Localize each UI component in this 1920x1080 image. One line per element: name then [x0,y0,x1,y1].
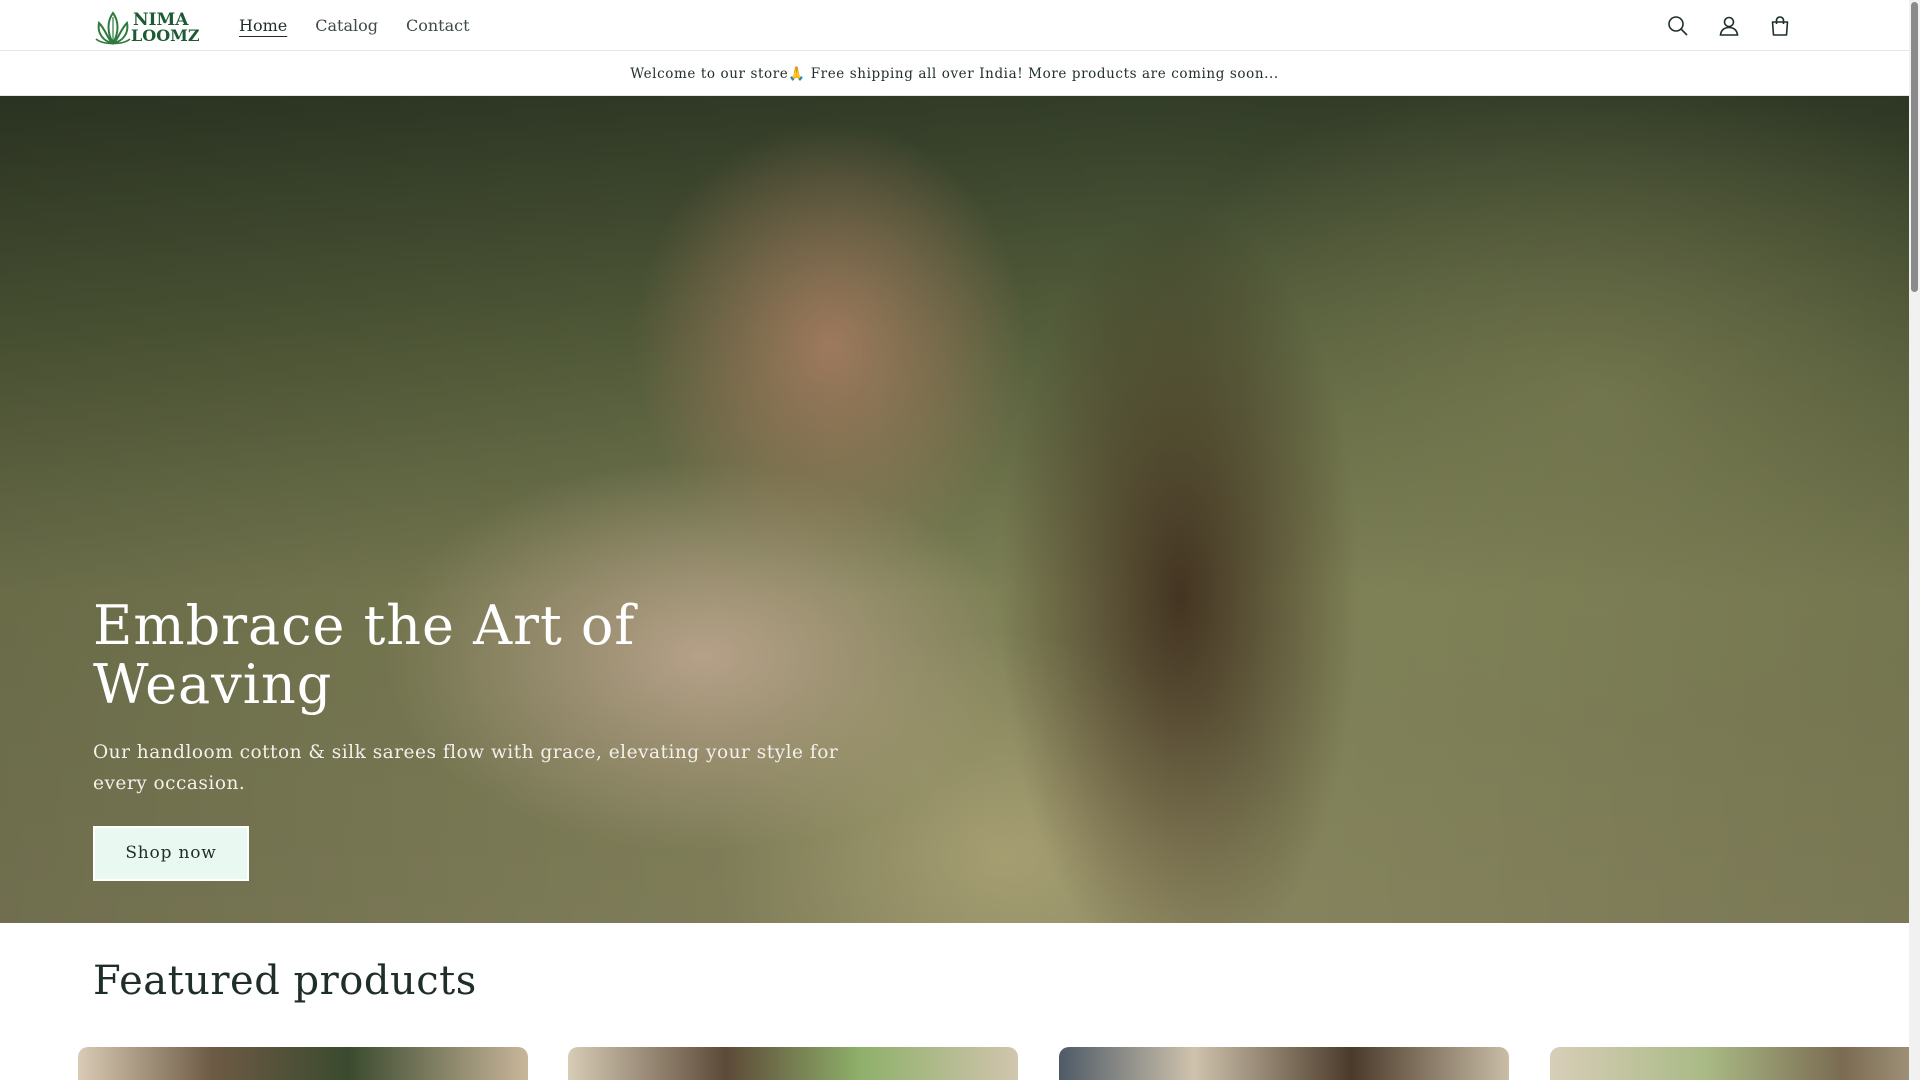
scrollbar-thumb[interactable] [1911,2,1918,292]
announcement-text: Welcome to our store🙏 Free shipping all … [630,65,1279,82]
product-image [1059,1047,1509,1080]
product-card[interactable] [78,1047,528,1080]
product-card[interactable] [1059,1047,1509,1080]
hero-title: Embrace the Art of Weaving [93,594,636,717]
cart-button[interactable] [1754,0,1805,51]
hero-content: Embrace the Art of Weaving Our handloom … [93,596,873,881]
lotus-leaf-logo-icon [95,11,131,45]
product-grid [78,1047,1909,1080]
shop-now-button[interactable]: Shop now [93,825,249,881]
site-header: NIMA LOOMZ Home Catalog Contact [0,0,1909,51]
product-card[interactable] [568,1047,1018,1080]
product-image [568,1047,1018,1080]
account-button[interactable] [1703,0,1754,51]
hero-banner: Embrace the Art of Weaving Our handloom … [0,96,1909,923]
store-logo[interactable]: NIMA LOOMZ [93,9,200,49]
nav-home-link[interactable]: Home [225,0,301,51]
product-image [78,1047,528,1080]
nav-catalog-link[interactable]: Catalog [301,0,392,51]
main-nav: Home Catalog Contact [225,0,484,51]
logo-text-line2: LOOMZ [131,26,200,45]
account-icon [1719,16,1738,36]
featured-products-title: Featured products [93,958,477,1004]
product-image [1550,1047,1909,1080]
header-actions [1652,0,1805,51]
announcement-bar: Welcome to our store🙏 Free shipping all … [0,52,1909,96]
page-scrollbar[interactable] [1909,0,1920,1080]
search-icon [1667,15,1688,36]
search-button[interactable] [1652,0,1703,51]
cart-icon [1771,15,1788,36]
hero-subtitle: Our handloom cotton & silk sarees flow w… [93,741,839,794]
nav-contact-link[interactable]: Contact [392,0,484,51]
product-card[interactable] [1550,1047,1909,1080]
